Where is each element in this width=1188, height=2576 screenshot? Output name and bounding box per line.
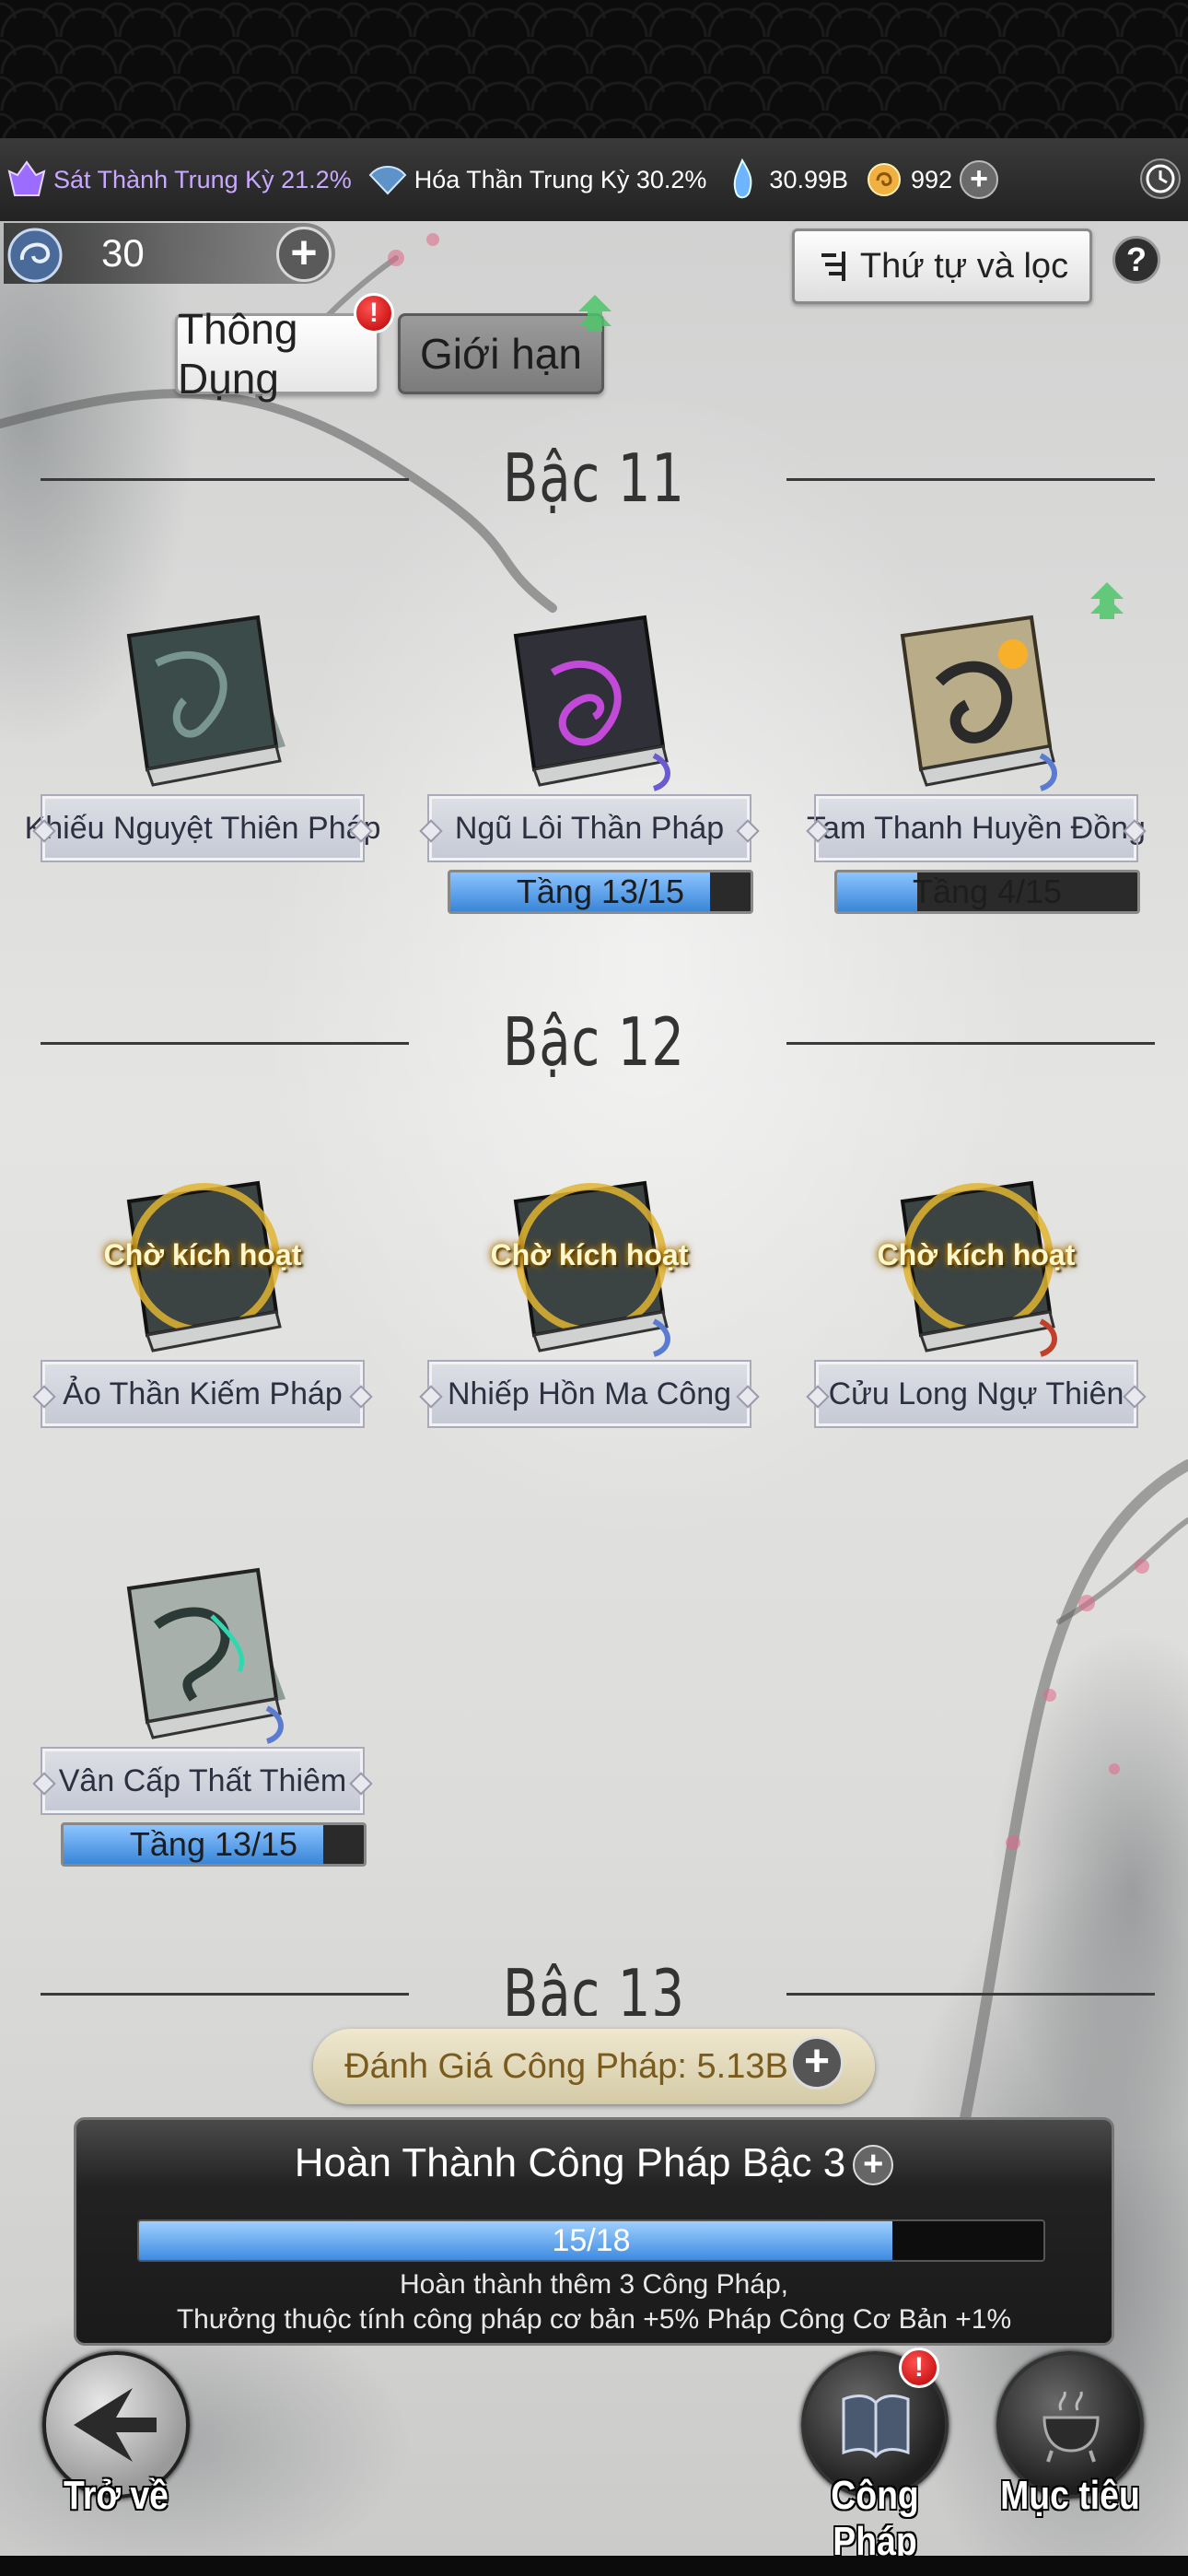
add-rating-button[interactable]: + (790, 2036, 844, 2090)
back-label: Trở về (64, 2473, 169, 2518)
technique-progress-bar: Tầng 4/15 (834, 870, 1140, 914)
quest-title: Hoàn Thành Công Pháp Bậc 3 (294, 2140, 846, 2185)
technique-name: Ngũ Lôi Thần Pháp (427, 794, 751, 862)
alert-icon: ! (354, 293, 394, 334)
goal-cauldron-icon (1042, 2391, 1100, 2463)
quest-progress-label: 15/18 (552, 2222, 631, 2258)
jade-icon (7, 228, 63, 283)
divider (786, 478, 1155, 481)
book-icon (513, 615, 670, 791)
filter-label: Thứ tự và lọc (859, 246, 1069, 286)
technique-name: Tam Thanh Huyền Đồng (807, 794, 1146, 862)
progress-label: Tầng 13/15 (516, 872, 685, 910)
technique-label: Công Pháp (831, 2473, 919, 2564)
back-button[interactable]: Trở về (15, 2351, 217, 2535)
book-icon (126, 615, 285, 787)
tier-12-header: Bậc 12 (0, 1001, 1188, 1083)
technique-name: Nhiếp Hồn Ma Công (427, 1360, 751, 1428)
realm-1-text: Sát Thành Trung Kỳ 21.2% (53, 165, 352, 193)
divider (41, 478, 409, 481)
sort-filter-button[interactable]: Thứ tự và lọc (792, 228, 1092, 304)
spirit-stones-value: 30.99B (769, 165, 848, 193)
spirit-stone-icon (734, 158, 752, 199)
upgrade-arrow-icon (578, 295, 611, 332)
tier-13-title: Bậc 13 (503, 1955, 685, 2016)
technique-item[interactable]: Chờ kích hoạt Cửu Long Ngự Thiên (810, 1174, 1142, 1487)
rating-label: Đánh Giá Công Pháp: 5.13B (344, 2046, 788, 2086)
coins-value: 992 (911, 165, 953, 193)
tab-limited-label: Giới hạn (420, 330, 582, 378)
completion-quest-panel: Hoàn Thành Công Pháp Bậc 3 + 15/18 Hoàn t… (74, 2117, 1114, 2346)
upgrade-arrow-icon (1090, 582, 1124, 619)
pending-activation-label: Chờ kích hoạt (103, 1238, 302, 1271)
fan-icon (368, 166, 407, 195)
top-decor-band (0, 0, 1188, 138)
tier-11-title: Bậc 11 (503, 439, 685, 517)
back-arrow-icon (74, 2388, 157, 2462)
nav-technique[interactable]: ! Công Pháp (774, 2348, 976, 2564)
technique-item[interactable]: Chờ kích hoạt Ảo Thần Kiếm Pháp (37, 1174, 368, 1487)
book-icon (126, 1567, 285, 1744)
goal-label: Mục tiêu (1000, 2473, 1140, 2518)
technique-item[interactable]: Ngũ Lôi Thần Pháp Tầng 13/15 (424, 608, 755, 921)
realm-progress-1[interactable]: Sát Thành Trung Kỳ 21.2% (6, 158, 352, 201)
alert-icon: ! (899, 2348, 939, 2388)
jade-value: 30 (101, 231, 145, 275)
add-jade-button[interactable]: + (276, 227, 332, 282)
divider (41, 1042, 409, 1045)
nav-goal[interactable]: Mục tiêu (969, 2351, 1171, 2535)
tab-limited[interactable]: Giới hạn (398, 313, 604, 394)
quest-description-1: Hoàn thành thêm 3 Công Pháp, (400, 2269, 788, 2300)
coin-icon (868, 163, 901, 196)
help-icon: ? (1126, 240, 1147, 278)
tab-common-label: Thông Dụng (178, 305, 298, 403)
technique-name: Cửu Long Ngự Thiên (814, 1360, 1138, 1428)
technique-item[interactable]: Chờ kích hoạt Nhiếp Hồn Ma Công (424, 1174, 755, 1487)
technique-progress-bar: Tầng 13/15 (448, 870, 753, 914)
help-button[interactable]: ? (1112, 236, 1160, 284)
progress-label: Tầng 4/15 (912, 872, 1063, 910)
tier-13-header: Bậc 13 (0, 1951, 1188, 2016)
pending-activation-label: Chờ kích hoạt (877, 1238, 1076, 1271)
technique-name: Ảo Thần Kiếm Pháp (41, 1360, 365, 1428)
realm-progress-2[interactable]: Hóa Thần Trung Kỳ 30.2% (367, 158, 707, 201)
realm-icon (7, 160, 46, 196)
divider (786, 1042, 1155, 1045)
filter-icon (821, 252, 845, 281)
quest-title-row: Hoàn Thành Công Pháp Bậc 3 + (76, 2140, 1112, 2186)
book-icon (842, 2395, 910, 2459)
quest-progress-bar: 15/18 (137, 2219, 1045, 2262)
technique-progress-bar: Tầng 13/15 (61, 1822, 367, 1867)
technique-item[interactable]: Khiếu Nguyệt Thiên Pháp (25, 608, 380, 921)
book-icon (900, 615, 1057, 791)
coins[interactable]: 992 + (863, 158, 999, 201)
clock-button[interactable] (1140, 158, 1181, 199)
bottom-band (0, 2556, 1188, 2576)
technique-name: Khiếu Nguyệt Thiên Pháp (25, 794, 380, 862)
realm-2-text: Hóa Thần Trung Kỳ 30.2% (413, 165, 707, 193)
tier-11-header: Bậc 11 (0, 437, 1188, 520)
progress-label: Tầng 13/15 (129, 1825, 298, 1863)
tab-common[interactable]: Thông Dụng (175, 305, 379, 403)
technique-item[interactable]: Tam Thanh Huyền Đồng Tầng 4/15 (807, 582, 1146, 921)
tier-12-title: Bậc 12 (503, 1003, 685, 1081)
technique-item[interactable]: Vân Cấp Thất Thiêm Tầng 13/15 (37, 1561, 368, 1874)
quest-plus-button[interactable]: + (853, 2145, 894, 2186)
spirit-stones[interactable]: 30.99B (721, 158, 848, 201)
divider (786, 1993, 1155, 1996)
clock-icon (1146, 164, 1175, 193)
resource-bar: Sát Thành Trung Kỳ 21.2% Hóa Thần Trung … (0, 138, 1188, 221)
divider (41, 1993, 409, 1996)
quest-description-2: Thưởng thuộc tính công pháp cơ bản +5% P… (176, 2304, 1012, 2335)
pending-activation-label: Chờ kích hoạt (490, 1238, 689, 1271)
technique-name: Vân Cấp Thất Thiêm (41, 1747, 365, 1815)
add-coins-button[interactable]: + (960, 160, 999, 199)
